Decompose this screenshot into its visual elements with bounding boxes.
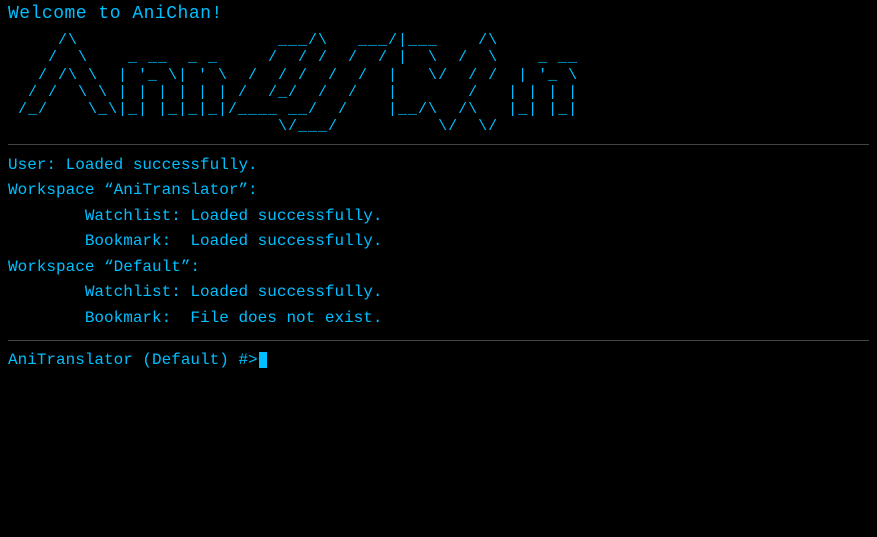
status-line: Bookmark: File does not exist. [8,306,869,332]
divider-bottom [8,340,869,341]
ascii-line: /_/ \_\|_| |_|_|_|/____ __/ / |__/\ /\ |… [8,101,869,118]
ascii-line: / /\ \ | '_ \| ' \ / / / / / | \/ / / | … [8,67,869,84]
status-line: User: Loaded successfully. [8,153,869,179]
status-line: Workspace “Default”: [8,255,869,281]
status-line: Watchlist: Loaded successfully. [8,204,869,230]
prompt-section: AniTranslator (Default) #> [8,351,869,369]
status-section: User: Loaded successfully.Workspace “Ani… [8,153,869,332]
status-line: Bookmark: Loaded successfully. [8,229,869,255]
prompt-text: AniTranslator (Default) #> [8,351,258,369]
ascii-art: /\ ___/\ ___/|___ /\ / \ _ __ _ _ / / / … [8,32,869,136]
ascii-line: \/___/ \/ \/ [8,118,869,135]
ascii-line: / \ _ __ _ _ / / / / / | \ / \ _ __ [8,49,869,66]
status-line: Watchlist: Loaded successfully. [8,280,869,306]
status-line: Workspace “AniTranslator”: [8,178,869,204]
welcome-text: Welcome to AniChan! [8,4,869,24]
prompt-line[interactable]: AniTranslator (Default) #> [8,351,869,369]
ascii-line: / / \ \ | | | | | | / /_/ / / | / | | | … [8,84,869,101]
terminal-window: Welcome to AniChan! /\ ___/\ ___/|___ /\… [8,4,869,369]
ascii-line: /\ ___/\ ___/|___ /\ [8,32,869,49]
divider-top [8,144,869,145]
cursor [259,352,267,368]
